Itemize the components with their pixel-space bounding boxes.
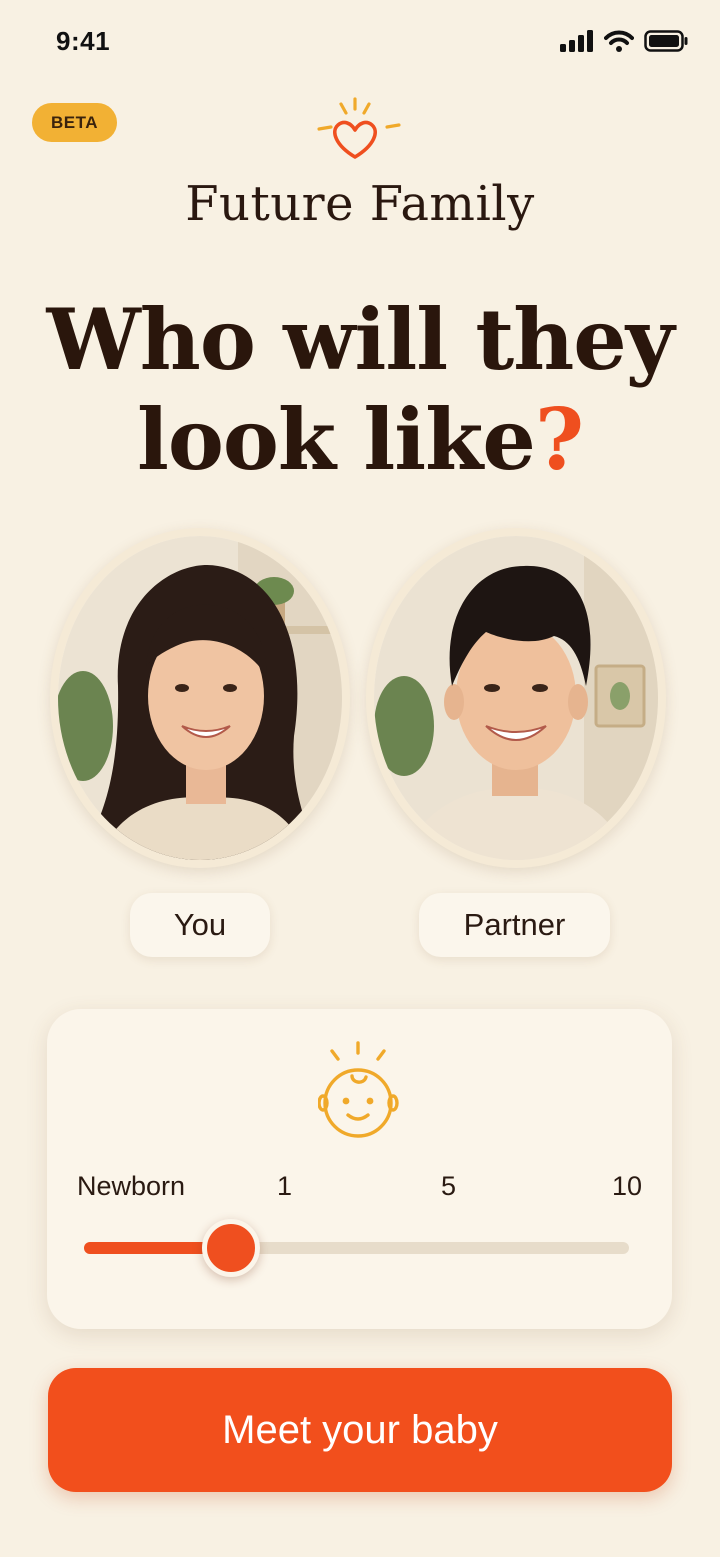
woman-smiling-photo	[58, 536, 342, 860]
age-slider-thumb[interactable]	[202, 1219, 261, 1277]
heart-sparkle-icon	[317, 97, 401, 159]
signal-icon	[560, 30, 593, 52]
age-label-10[interactable]: 10	[612, 1171, 642, 1202]
status-icons	[560, 30, 688, 52]
app-name: Future Family	[185, 176, 535, 232]
baby-face-icon	[318, 1041, 399, 1138]
age-selector-card: Newborn 1 5 10	[47, 1009, 672, 1329]
meet-your-baby-button[interactable]: Meet your baby	[48, 1368, 672, 1492]
partner-label[interactable]: Partner	[419, 893, 610, 957]
headline-line-2: look like	[136, 390, 536, 489]
your-photo[interactable]	[50, 528, 350, 868]
battery-icon	[644, 30, 688, 52]
age-label-5[interactable]: 5	[441, 1171, 456, 1202]
you-label[interactable]: You	[130, 893, 270, 957]
headline-question-mark: ?	[534, 390, 584, 489]
headline-line-1: Who will they	[46, 290, 674, 389]
age-label-1[interactable]: 1	[277, 1171, 292, 1202]
status-time: 9:41	[56, 26, 111, 56]
age-label-newborn[interactable]: Newborn	[77, 1171, 185, 1202]
partner-photo[interactable]	[366, 528, 666, 868]
beta-badge: BETA	[32, 103, 117, 142]
man-smiling-photo	[374, 536, 658, 860]
age-slider-track[interactable]	[84, 1219, 629, 1277]
wifi-icon	[604, 30, 634, 52]
headline: Who will they look like?	[0, 290, 720, 490]
status-bar: 9:41	[0, 0, 720, 88]
age-labels: Newborn 1 5 10	[77, 1171, 642, 1211]
